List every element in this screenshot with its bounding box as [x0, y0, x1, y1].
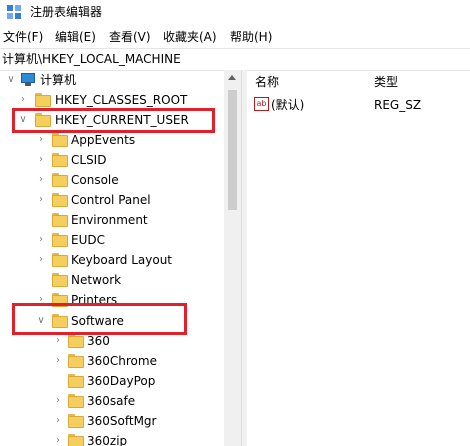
- tree-label: Console: [71, 173, 119, 187]
- menu-view[interactable]: 查看(V): [109, 29, 151, 45]
- tree-node-environment[interactable]: Environment: [0, 210, 224, 230]
- tree-node-hkey-classes-root[interactable]: › HKEY_CLASSES_ROOT: [0, 90, 224, 110]
- tree-label: 360DayPop: [87, 374, 156, 388]
- tree-node-computer[interactable]: ∨ 计算机: [0, 70, 224, 90]
- tree-node-360daypop[interactable]: 360DayPop: [0, 371, 224, 391]
- menu-help[interactable]: 帮助(H): [230, 29, 272, 45]
- column-header-name[interactable]: 名称: [255, 74, 279, 90]
- expand-icon[interactable]: ›: [53, 355, 63, 367]
- registry-tree[interactable]: ∨ 计算机 › HKEY_CLASSES_ROOT ∨ HKEY_CURRENT…: [0, 70, 224, 446]
- scrollbar-thumb[interactable]: [228, 90, 237, 210]
- tree-node-clsid[interactable]: › CLSID: [0, 150, 224, 170]
- folder-icon: [52, 173, 68, 187]
- tree-label: 360zip: [87, 434, 128, 446]
- tree-node-keyboard-layout[interactable]: › Keyboard Layout: [0, 250, 224, 270]
- tree-label: 360: [87, 334, 110, 348]
- values-list[interactable]: 名称 类型 ab (默认) REG_SZ: [247, 70, 470, 446]
- window-title: 注册表编辑器: [30, 5, 103, 19]
- folder-icon: [68, 414, 84, 428]
- value-type: REG_SZ: [374, 98, 422, 112]
- tree-label: 计算机: [40, 73, 77, 87]
- string-value-icon: ab: [254, 97, 269, 111]
- tree-label: 360safe: [87, 394, 136, 408]
- tree-node-360safe[interactable]: › 360safe: [0, 391, 224, 411]
- computer-icon: [20, 73, 36, 87]
- value-name: (默认): [271, 98, 305, 112]
- menu-edit[interactable]: 编辑(E): [55, 29, 96, 45]
- tree-node-eudc[interactable]: › EUDC: [0, 230, 224, 250]
- title-bar: 注册表编辑器: [0, 0, 470, 24]
- tree-node-360zip[interactable]: › 360zip: [0, 431, 224, 446]
- folder-icon: [68, 374, 84, 388]
- expand-icon[interactable]: ›: [36, 234, 46, 246]
- menu-favorites[interactable]: 收藏夹(A): [163, 29, 217, 45]
- folder-icon: [52, 253, 68, 267]
- collapse-icon[interactable]: ∨: [6, 74, 16, 86]
- folder-icon: [68, 434, 84, 446]
- expand-icon[interactable]: ›: [36, 194, 46, 206]
- tree-label: HKEY_CLASSES_ROOT: [55, 93, 188, 107]
- folder-icon: [52, 193, 68, 207]
- tree-label: Control Panel: [71, 193, 151, 207]
- tree-label: Keyboard Layout: [71, 253, 173, 267]
- folder-icon: [68, 334, 84, 348]
- tree-label: EUDC: [71, 233, 105, 247]
- folder-icon: [35, 93, 51, 107]
- folder-icon: [52, 273, 68, 287]
- folder-icon: [68, 394, 84, 408]
- expand-icon[interactable]: ›: [53, 415, 63, 427]
- folder-icon: [52, 233, 68, 247]
- tree-label: 360SoftMgr: [87, 414, 157, 428]
- address-bar[interactable]: 计算机\HKEY_LOCAL_MACHINE: [0, 48, 470, 71]
- column-header-type[interactable]: 类型: [374, 74, 398, 90]
- tree-node-360chrome[interactable]: › 360Chrome: [0, 351, 224, 371]
- highlight-box-hkcu: [12, 108, 215, 133]
- expand-icon[interactable]: ›: [36, 254, 46, 266]
- expand-icon[interactable]: ›: [36, 174, 46, 186]
- tree-label: 360Chrome: [87, 354, 157, 368]
- folder-icon: [52, 133, 68, 147]
- tree-vertical-scrollbar[interactable]: [224, 70, 241, 446]
- highlight-box-software: [12, 303, 187, 335]
- folder-icon: [68, 354, 84, 368]
- tree-node-appevents[interactable]: › AppEvents: [0, 130, 224, 150]
- expand-icon[interactable]: ›: [36, 134, 46, 146]
- expand-icon[interactable]: ›: [53, 435, 63, 446]
- tree-label: AppEvents: [71, 133, 136, 147]
- folder-icon: [52, 153, 68, 167]
- tree-node-console[interactable]: › Console: [0, 170, 224, 190]
- expand-icon[interactable]: ›: [53, 335, 63, 347]
- expand-icon[interactable]: ›: [53, 395, 63, 407]
- tree-label: Network: [71, 273, 122, 287]
- tree-label: CLSID: [71, 153, 107, 167]
- expand-icon[interactable]: ›: [36, 154, 46, 166]
- expand-icon[interactable]: ›: [18, 94, 28, 106]
- tree-node-control-panel[interactable]: › Control Panel: [0, 190, 224, 210]
- tree-label: Environment: [71, 213, 148, 227]
- tree-node-network[interactable]: Network: [0, 270, 224, 290]
- address-path: 计算机\HKEY_LOCAL_MACHINE: [2, 52, 181, 66]
- folder-icon: [52, 213, 68, 227]
- scroll-up-icon[interactable]: [228, 75, 236, 80]
- menu-bar: 文件(F) 编辑(E) 查看(V) 收藏夹(A) 帮助(H): [0, 27, 470, 47]
- menu-file[interactable]: 文件(F): [3, 29, 43, 45]
- tree-node-360softmgr[interactable]: › 360SoftMgr: [0, 411, 224, 431]
- registry-editor-icon: [7, 5, 21, 19]
